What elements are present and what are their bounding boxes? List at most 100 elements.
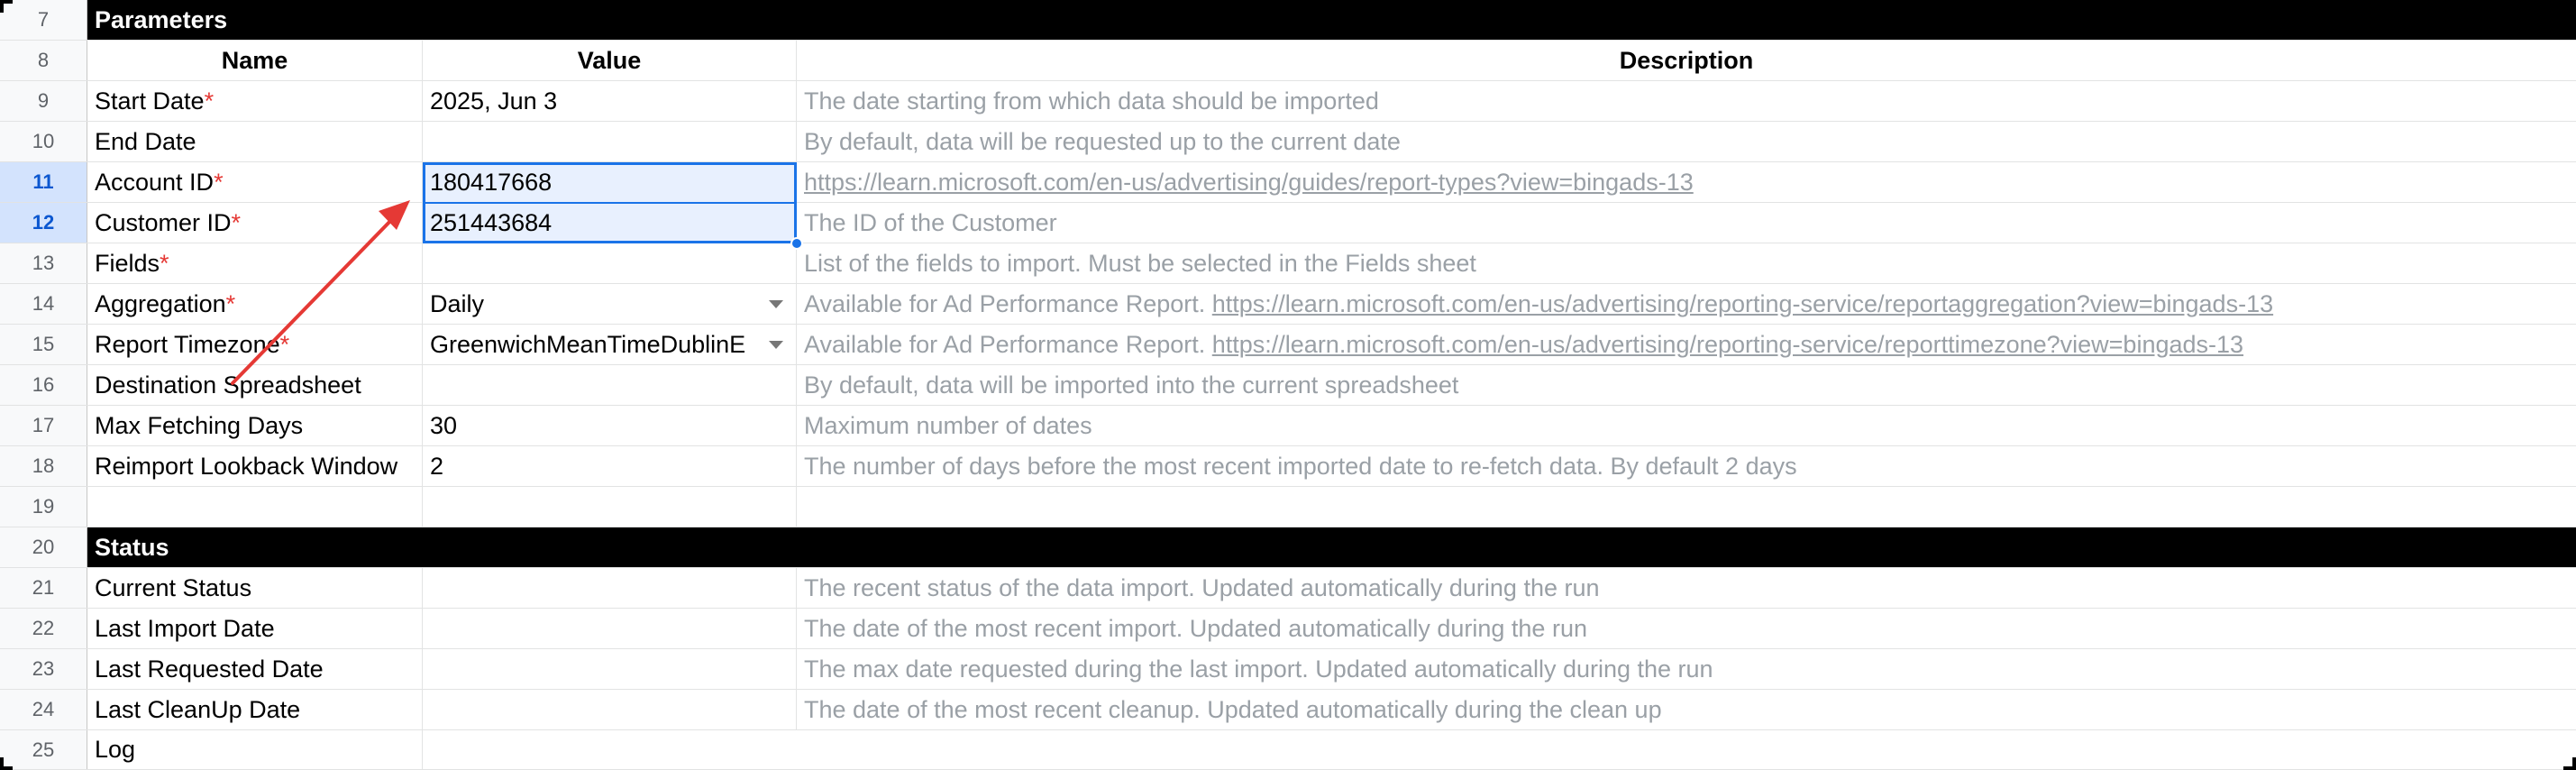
param-name-cell[interactable]: Fields * [87,243,423,283]
description-link[interactable]: https://learn.microsoft.com/en-us/advert… [1212,331,2243,359]
param-name-cell[interactable]: Customer ID * [87,203,423,243]
param-description[interactable]: The date starting from which data should… [797,81,2576,121]
param-value-cell[interactable]: 251443684 [423,203,797,243]
param-value-cell[interactable]: 2 [423,446,797,486]
param-value-cell[interactable] [423,122,797,161]
required-marker: * [225,289,236,317]
param-name-cell[interactable] [87,487,423,527]
header-value[interactable]: Value [423,41,797,80]
param-description[interactable]: The number of days before the most recen… [797,446,2576,486]
param-description[interactable]: The ID of the Customer [797,203,2576,243]
status-row-last-cleanup-date: 24 Last CleanUp Date The date of the mos… [0,690,2576,730]
param-name-cell[interactable]: End Date [87,122,423,161]
status-name[interactable]: Last Requested Date [87,649,423,689]
status-description[interactable]: The recent status of the data import. Up… [797,568,2576,608]
status-name[interactable]: Current Status [87,568,423,608]
header-name[interactable]: Name [87,41,423,80]
status-description[interactable]: The date of the most recent cleanup. Upd… [797,690,2576,729]
status-value-cell[interactable] [423,690,797,729]
description-link[interactable]: https://learn.microsoft.com/en-us/advert… [804,169,1694,197]
fill-handle[interactable] [790,237,803,250]
status-description[interactable]: The date of the most recent import. Upda… [797,609,2576,648]
status-description[interactable]: The max date requested during the last i… [797,649,2576,689]
section-title-parameters[interactable]: Parameters [87,0,2576,40]
row-number[interactable]: 8 [0,41,87,80]
description-link[interactable]: https://learn.microsoft.com/en-us/advert… [1212,290,2273,318]
chevron-down-icon[interactable] [769,300,783,308]
status-name[interactable]: Last CleanUp Date [87,690,423,729]
param-name-cell[interactable]: Account ID * [87,162,423,202]
status-value-cell[interactable] [423,649,797,689]
param-name: Account ID [95,168,215,196]
param-name: Destination Spreadsheet [95,371,361,399]
param-value-cell[interactable]: 180417668 [423,162,797,202]
dropdown-value: Daily [430,289,485,317]
row-number[interactable]: 7 [0,0,87,40]
header-row: 8 Name Value Description [0,41,2576,81]
param-name-cell[interactable]: Reimport Lookback Window [87,446,423,486]
param-description[interactable]: By default, data will be requested up to… [797,122,2576,161]
header-description[interactable]: Description [797,41,2576,80]
param-row-end-date: 10 End Date By default, data will be req… [0,122,2576,162]
row-number[interactable]: 22 [0,609,87,648]
param-description[interactable]: Available for Ad Performance Report. htt… [797,284,2576,324]
param-name-cell[interactable]: Destination Spreadsheet [87,365,423,405]
param-description[interactable]: List of the fields to import. Must be se… [797,243,2576,283]
row-number[interactable]: 14 [0,284,87,324]
param-name-cell[interactable]: Aggregation * [87,284,423,324]
status-value-cell[interactable] [423,609,797,648]
row-number[interactable]: 13 [0,243,87,283]
required-marker: * [279,330,290,358]
chevron-down-icon[interactable] [769,341,783,349]
param-row-customer-id: 12 Customer ID * 251443684 The ID of the … [0,203,2576,243]
param-description[interactable]: Available for Ad Performance Report. htt… [797,325,2576,364]
required-marker: * [214,168,224,196]
row-number[interactable]: 17 [0,406,87,445]
param-value-cell[interactable] [423,487,797,527]
param-value-cell[interactable] [423,365,797,405]
param-name-cell[interactable]: Report Timezone * [87,325,423,364]
status-row-log: 25 Log [0,730,2576,770]
aggregation-dropdown[interactable]: Daily [423,284,797,324]
row-number[interactable]: 21 [0,568,87,608]
param-value-cell[interactable]: 30 [423,406,797,445]
param-description[interactable]: Maximum number of dates [797,406,2576,445]
row-number[interactable]: 19 [0,487,87,527]
row-number[interactable]: 20 [0,527,87,567]
param-row-account-id: 11 Account ID * 180417668 https://learn.m… [0,162,2576,203]
param-value-cell[interactable]: 2025, Jun 3 [423,81,797,121]
param-name: Aggregation [95,289,226,317]
row-number[interactable]: 11 [0,162,87,202]
param-name-cell[interactable]: Max Fetching Days [87,406,423,445]
empty-row: 19 [0,487,2576,527]
param-name: Customer ID [95,208,232,236]
row-number[interactable]: 24 [0,690,87,729]
row-number[interactable]: 12 [0,203,87,243]
dropdown-value: GreenwichMeanTimeDublinE [430,330,746,358]
required-marker: * [204,87,215,115]
param-row-start-date: 9 Start Date * 2025, Jun 3 The date start… [0,81,2576,122]
param-description-link[interactable]: https://learn.microsoft.com/en-us/advert… [797,162,2576,202]
param-name: Max Fetching Days [95,411,304,439]
param-description[interactable] [797,487,2576,527]
row-number[interactable]: 16 [0,365,87,405]
row-number[interactable]: 25 [0,730,87,769]
section-title-status[interactable]: Status [87,527,2576,567]
row-number[interactable]: 23 [0,649,87,689]
status-value-cell[interactable] [423,568,797,608]
param-row-report-timezone: 15 Report Timezone * GreenwichMeanTimeDub… [0,325,2576,365]
status-name[interactable]: Last Import Date [87,609,423,648]
row-number[interactable]: 10 [0,122,87,161]
spreadsheet-grid: 7 Parameters 8 Name Value Description 9 … [0,0,2576,770]
param-name-cell[interactable]: Start Date * [87,81,423,121]
timezone-dropdown[interactable]: GreenwichMeanTimeDublinE [423,325,797,364]
row-number[interactable]: 9 [0,81,87,121]
status-row-last-requested-date: 23 Last Requested Date The max date requ… [0,649,2576,690]
row-number[interactable]: 18 [0,446,87,486]
param-value-cell[interactable] [423,243,797,283]
param-description[interactable]: By default, data will be imported into t… [797,365,2576,405]
status-name[interactable]: Log [87,730,423,769]
param-row-destination-spreadsheet: 16 Destination Spreadsheet By default, d… [0,365,2576,406]
row-number[interactable]: 15 [0,325,87,364]
log-cell[interactable] [423,730,2576,769]
